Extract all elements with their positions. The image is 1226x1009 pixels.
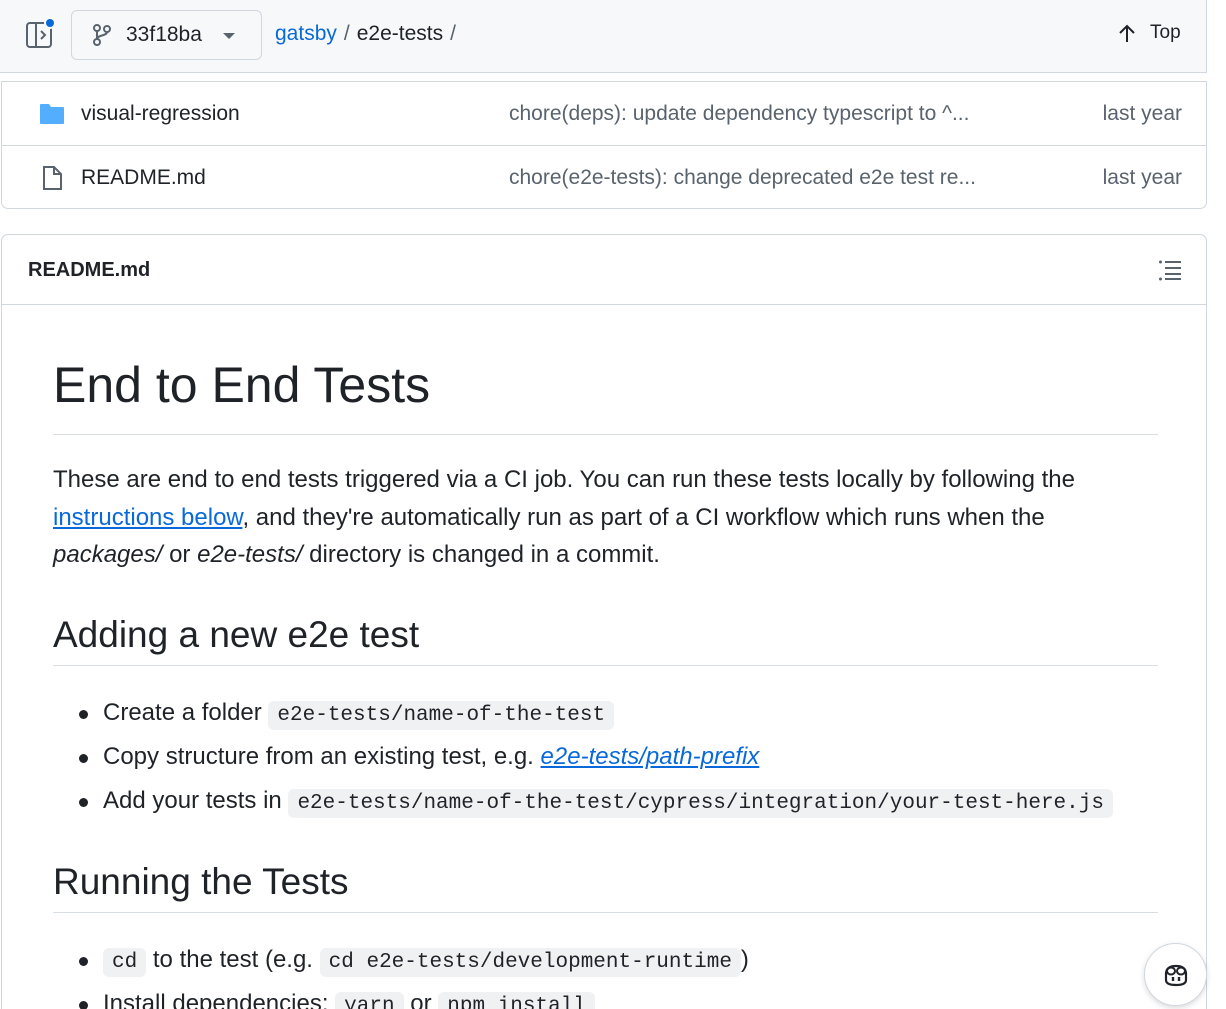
list-outline-icon[interactable] [1158,259,1182,281]
file-row[interactable]: README.md chore(e2e-tests): change depre… [2,146,1206,210]
file-name-link[interactable]: visual-regression [81,102,240,126]
breadcrumb-repo-link[interactable]: gatsby [275,22,337,46]
readme-intro-paragraph: These are end to end tests triggered via… [53,461,1158,574]
file-header-bar: 33f18ba gatsby / e2e-tests / Top [0,0,1207,73]
inline-code: yarn [335,992,404,1009]
section-heading-adding-test: Adding a new e2e test [53,610,1158,666]
file-list: visual-regression chore(deps): update de… [1,81,1207,209]
breadcrumb-separator: / [343,22,350,45]
list-item-text: Install dependencies: [103,990,336,1009]
list-item: cd to the test (e.g. cd e2e-tests/develo… [53,940,1158,984]
inline-code: cd [103,948,147,977]
inline-code: npm install [438,992,595,1009]
breadcrumb-separator: / [450,22,456,45]
intro-emphasis: e2e-tests/ [197,541,303,568]
git-branch-icon [93,24,111,46]
readme-heading-1: End to End Tests [53,355,1158,435]
list-item-text: to the test (e.g. [146,946,320,973]
intro-text: directory is changed in a commit. [302,541,660,568]
branch-name: 33f18ba [126,23,202,46]
intro-text: , and they're automatically run as part … [242,503,1045,531]
copilot-icon [1164,964,1187,986]
list-item: Copy structure from an existing test, e.… [53,737,1158,781]
breadcrumb-current-folder: e2e-tests [356,22,444,45]
list-item-text: Copy structure from an existing test, e.… [103,743,541,770]
inline-code: e2e-tests/name-of-the-test/cypress/integ… [288,789,1113,818]
instructions-link[interactable]: instructions below [53,504,242,531]
list-item-text: or [403,990,439,1009]
adding-test-list: Create a folder e2e-tests/name-of-the-te… [53,693,1158,825]
list-item: Create a folder e2e-tests/name-of-the-te… [53,693,1158,737]
section-heading-running-tests: Running the Tests [53,857,1158,913]
commit-message-link[interactable]: chore(e2e-tests): change deprecated e2e … [509,166,999,190]
folder-icon [40,104,64,124]
list-item: Add your tests in e2e-tests/name-of-the-… [53,781,1158,825]
back-to-top-label: Top [1150,22,1181,43]
chevron-down-icon [223,33,235,39]
commit-age: last year [1102,102,1182,125]
arrow-up-icon [1119,24,1135,42]
readme-filename[interactable]: README.md [28,259,150,282]
commit-message-link[interactable]: chore(deps): update dependency typescrip… [509,102,999,126]
list-item-text: ) [740,946,749,973]
intro-emphasis: packages/ [53,541,163,568]
notification-dot [44,17,56,29]
inline-code: cd e2e-tests/development-runtime [319,948,741,977]
file-name-link[interactable]: README.md [81,166,206,190]
back-to-top-button[interactable]: Top [1118,22,1181,44]
file-icon [43,166,62,190]
intro-text: These are end to end tests triggered via… [53,466,1075,493]
list-item-text: Create a folder [103,699,269,726]
intro-text: or [162,541,198,568]
commit-age: last year [1102,166,1182,189]
running-tests-list: cd to the test (e.g. cd e2e-tests/develo… [53,940,1158,1009]
inline-code: e2e-tests/name-of-the-test [268,701,615,730]
file-row[interactable]: visual-regression chore(deps): update de… [2,82,1206,146]
copilot-chat-button[interactable] [1144,943,1207,1006]
branch-selector-button[interactable]: 33f18ba [71,10,262,60]
readme-header: README.md [2,235,1206,305]
breadcrumb: gatsby / e2e-tests / [275,22,463,46]
list-item-text: Add your tests in [103,787,289,814]
list-item: Install dependencies: yarn or npm instal… [53,984,1158,1009]
readme-panel: README.md End to End Tests These are end… [1,234,1207,1009]
path-prefix-link[interactable]: e2e-tests/path-prefix [541,743,760,770]
